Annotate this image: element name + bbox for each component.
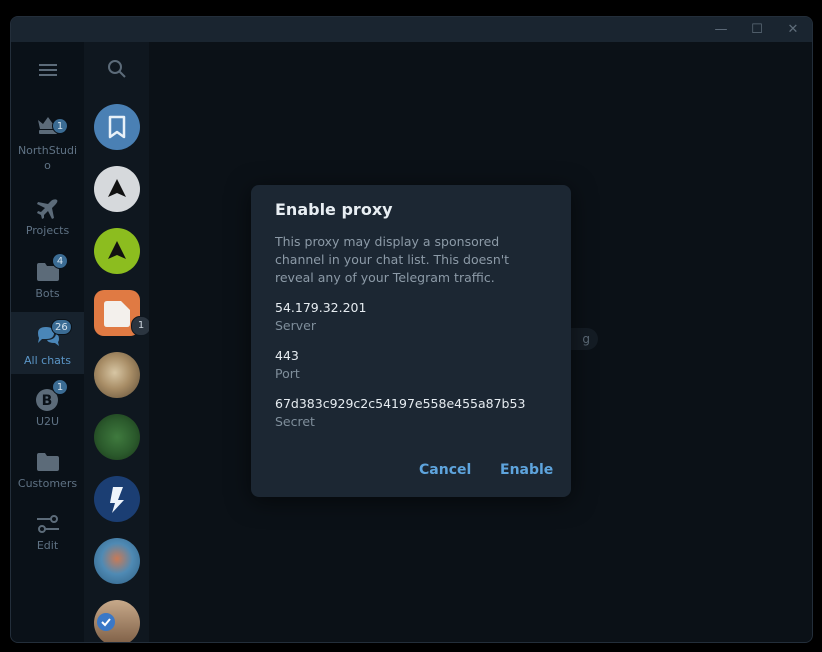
- server-label: Server: [275, 318, 316, 333]
- secret-value: 67d383c929c2c54197e558e455a87b53: [275, 396, 526, 411]
- folder-badge: 1: [52, 118, 68, 134]
- chat-avatar-9[interactable]: [94, 600, 140, 642]
- unread-badge: 1: [131, 316, 151, 336]
- enable-button[interactable]: Enable: [500, 459, 553, 481]
- folder-label: Projects: [25, 224, 70, 237]
- secret-label: Secret: [275, 414, 315, 429]
- port-value: 443: [275, 348, 299, 363]
- chat-avatar-6[interactable]: [94, 414, 140, 460]
- folder-badge: 4: [52, 253, 68, 269]
- folder-label: Edit: [36, 539, 59, 552]
- maximize-button[interactable]: ☐: [740, 17, 774, 42]
- folder-projects[interactable]: Projects: [11, 187, 84, 243]
- dialog-title: Enable proxy: [275, 200, 393, 219]
- chat-avatar-8[interactable]: [94, 538, 140, 584]
- search-icon[interactable]: [106, 58, 128, 80]
- folder-badge: 26: [51, 319, 72, 335]
- chat-avatar-3[interactable]: [94, 228, 140, 274]
- menu-icon[interactable]: [35, 59, 61, 81]
- folders-sidebar: 1 NorthStudio Projects 4 Bots 26 All cha…: [11, 42, 84, 642]
- chat-avatar-2[interactable]: [94, 166, 140, 212]
- verified-icon: [97, 613, 115, 631]
- svg-text:B: B: [42, 393, 53, 409]
- dialog-description: This proxy may display a sponsored chann…: [275, 234, 510, 285]
- saved-messages-avatar[interactable]: [94, 104, 140, 150]
- folder-edit[interactable]: Edit: [11, 504, 84, 560]
- airplane-icon: [35, 197, 61, 221]
- folder-customers[interactable]: Customers: [11, 442, 84, 498]
- chat-avatar-5[interactable]: [94, 352, 140, 398]
- title-bar: — ☐ ✕: [11, 17, 812, 42]
- folder-label: Customers: [17, 477, 78, 490]
- port-label: Port: [275, 366, 300, 381]
- server-value: 54.179.32.201: [275, 300, 367, 315]
- minimize-button[interactable]: —: [704, 17, 738, 42]
- folder-icon: [35, 450, 61, 474]
- folder-all-chats[interactable]: 26 All chats: [11, 312, 84, 374]
- cancel-button[interactable]: Cancel: [419, 459, 471, 481]
- folder-u2u[interactable]: B 1 U2U: [11, 378, 84, 434]
- folder-label: Bots: [35, 287, 60, 300]
- folder-badge: 1: [52, 379, 68, 395]
- bookmark-icon: [108, 115, 126, 139]
- folder-bots[interactable]: 4 Bots: [11, 252, 84, 308]
- folder-northstudio[interactable]: 1 NorthStudio: [11, 102, 84, 172]
- folder-label: U2U: [35, 415, 60, 428]
- folder-label: All chats: [24, 354, 71, 367]
- close-button[interactable]: ✕: [776, 17, 810, 42]
- chat-list: 1: [84, 42, 151, 642]
- enable-proxy-dialog: Enable proxy This proxy may display a sp…: [251, 185, 571, 497]
- folder-label: NorthStudio: [17, 144, 78, 172]
- sliders-icon: [35, 512, 61, 536]
- chat-avatar-7[interactable]: [94, 476, 140, 522]
